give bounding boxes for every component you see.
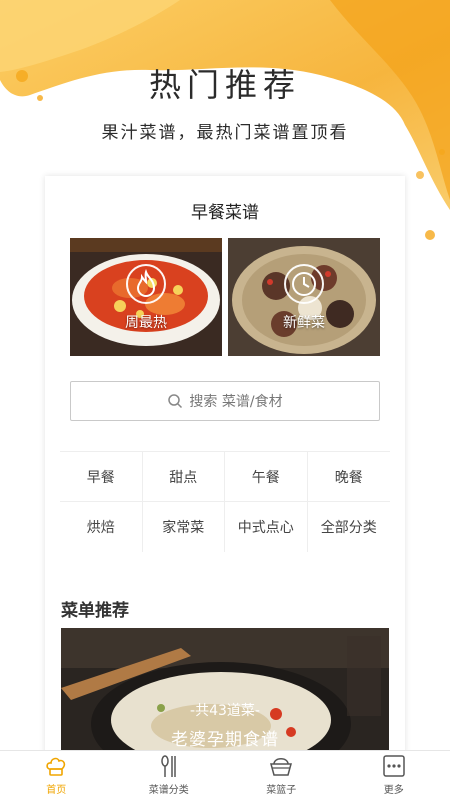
category-all[interactable]: 全部分类 [308,502,391,552]
search-placeholder: 搜索 菜谱/食材 [189,394,283,410]
category-home-cooking[interactable]: 家常菜 [143,502,225,552]
more-icon [383,755,405,777]
category-breakfast[interactable]: 早餐 [60,452,143,502]
menu-banner[interactable]: -共43道菜- 老婆孕期食谱 [61,628,389,756]
category-chinese-dim-sum[interactable]: 中式点心 [225,502,308,552]
feature-weekly-hot[interactable]: 周最热 [70,238,222,356]
basket-icon [270,758,293,776]
menu-name: 老婆孕期食谱 [171,730,279,750]
tab-label: 菜谱分类 [148,785,189,796]
category-dessert[interactable]: 甜点 [142,452,225,502]
hero-title: 热门推荐 [148,66,301,104]
bottom-tab-bar: 首页 菜谱分类 菜篮子 更多 [0,750,450,800]
chef-hat-icon [46,757,66,776]
section-title-menu-recommend: 菜单推荐 [61,601,129,621]
feature-label: 周最热 [125,315,167,331]
utensils-icon [161,755,176,777]
tab-basket[interactable]: 菜篮子 [225,751,338,800]
tab-label: 更多 [383,785,404,796]
tab-home[interactable]: 首页 [0,751,113,800]
tab-label: 首页 [46,785,67,796]
hero-subtitle: 果汁菜谱，最热门菜谱置顶看 [101,123,349,143]
menu-dish-count: -共43道菜- [190,703,260,719]
category-baking[interactable]: 烘焙 [60,502,143,552]
flame-icon [126,264,166,304]
clock-icon [284,264,324,304]
card-title: 早餐菜谱 [191,203,259,223]
category-dinner[interactable]: 晚餐 [307,452,390,502]
category-grid: 早餐 甜点 午餐 晚餐 烘焙 家常菜 中式点心 全部分类 [60,451,391,552]
search-icon [168,394,183,409]
tab-label: 菜篮子 [266,785,297,796]
feature-label: 新鲜菜 [283,315,325,331]
feature-fresh[interactable]: 新鲜菜 [228,238,380,356]
category-lunch[interactable]: 午餐 [225,452,308,502]
breakfast-recipe-card: 早餐菜谱 周最热 新鲜菜 搜索 菜谱/食材 早餐 甜点 午餐 晚餐 烘焙 家常菜… [45,176,405,756]
search-input[interactable]: 搜索 菜谱/食材 [70,381,380,421]
tab-recipe-categories[interactable]: 菜谱分类 [113,751,226,800]
tab-more[interactable]: 更多 [338,751,450,800]
